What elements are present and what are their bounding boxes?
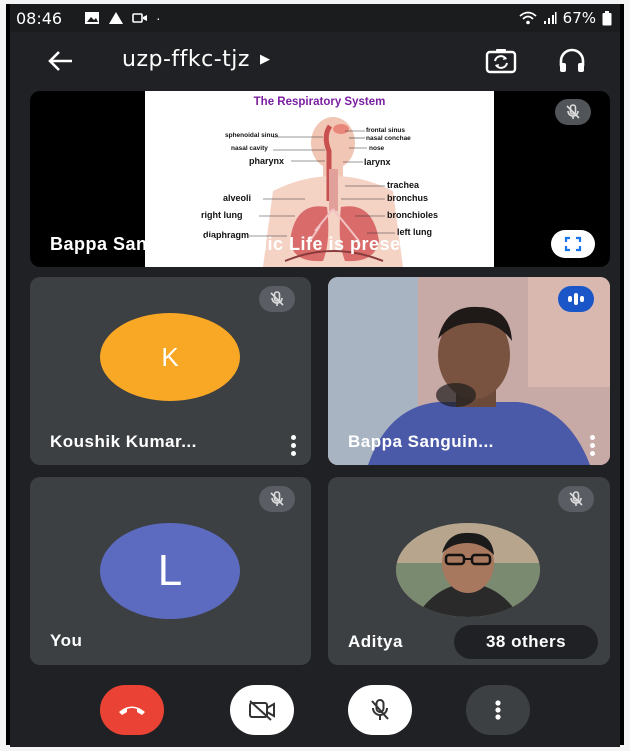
label-nasal-cavity: nasal cavity	[231, 145, 268, 152]
fullscreen-button[interactable]	[551, 230, 595, 258]
others-count-badge[interactable]: 38 others	[454, 625, 598, 659]
label-pharynx: pharynx	[249, 156, 285, 166]
dot	[290, 434, 296, 440]
participant-name: Koushik Kumar...	[50, 432, 197, 451]
mute-badge	[259, 286, 295, 312]
presentation-mute-badge	[555, 99, 591, 125]
videocam-off-icon	[249, 700, 275, 721]
wifi-icon	[519, 11, 537, 25]
label-frontal-sinus: frontal sinus	[366, 127, 406, 134]
switch-camera-button[interactable]	[484, 44, 518, 78]
meeting-code-button[interactable]: uzp-ffkc-tjz ▶	[122, 47, 270, 72]
video-notification-icon	[132, 13, 147, 23]
avatar-initial: L	[157, 546, 183, 595]
presenter-caption: Bappa Sanguin - Dynamic Life is presenti…	[50, 234, 441, 254]
dot	[290, 442, 296, 448]
label-bronchus: bronchus	[387, 193, 429, 203]
status-bar: 08:46 · 67%	[10, 4, 620, 32]
back-button[interactable]	[44, 44, 78, 78]
fullscreen-icon	[564, 236, 582, 252]
participant-tile-bappa[interactable]: Bappa Sanguin...	[328, 277, 610, 465]
label-bronchioles: bronchioles	[387, 210, 439, 220]
participant-tile-you[interactable]: L You	[30, 477, 311, 665]
notification-icons: ·	[84, 10, 161, 26]
audio-wave-icon	[568, 293, 584, 305]
warning-icon	[109, 12, 123, 24]
speaking-indicator	[558, 286, 594, 312]
more-options-call-button[interactable]	[466, 685, 530, 735]
label-nose: nose	[369, 145, 385, 152]
headphones-icon	[559, 48, 585, 72]
presentation-tile[interactable]: The Respiratory System sphenoidal sinus …	[30, 91, 610, 267]
label-right-lung: right lung	[201, 210, 243, 220]
battery-icon	[602, 10, 612, 25]
avatar-koushik: K	[100, 313, 240, 401]
end-call-button[interactable]	[100, 685, 164, 735]
audio-output-button[interactable]	[555, 44, 589, 78]
dot	[589, 434, 595, 440]
participant-name: Bappa Sanguin...	[348, 432, 494, 451]
mic-off-icon	[270, 491, 284, 506]
more-vert-icon	[495, 700, 501, 720]
top-app-bar: uzp-ffkc-tjz ▶	[10, 32, 620, 90]
more-options-button[interactable]	[584, 432, 600, 458]
mic-off-icon	[371, 699, 389, 720]
mic-off-icon	[270, 291, 284, 306]
participant-name: You	[50, 631, 83, 650]
more-options-button[interactable]	[285, 432, 301, 458]
camera-toggle-button[interactable]	[230, 685, 294, 735]
meet-screen: 08:46 · 67% uzp-ffkc-tjz ▶ The Respirato…	[10, 4, 620, 747]
avatar-initial: K	[161, 341, 179, 372]
label-alveoli: alveoli	[223, 193, 252, 203]
gallery-icon	[85, 12, 99, 24]
status-time: 08:46	[16, 9, 63, 28]
participant-tile-koushik[interactable]: K Koushik Kumar...	[30, 277, 311, 465]
participant-name: Aditya	[348, 632, 403, 651]
label-nasal-conchae: nasal conchae	[366, 135, 411, 142]
mic-off-icon	[566, 104, 580, 119]
signal-icon	[543, 12, 557, 24]
participant-tile-aditya[interactable]: Aditya 38 others	[328, 477, 610, 665]
avatar-aditya	[396, 523, 540, 617]
mic-off-icon	[569, 491, 583, 506]
meeting-code: uzp-ffkc-tjz	[122, 47, 250, 72]
dot	[589, 442, 595, 448]
label-trachea: trachea	[387, 180, 420, 190]
call-end-icon	[119, 706, 145, 715]
label-sphenoidal-sinus: sphenoidal sinus	[225, 132, 279, 139]
more-notifications-dot: ·	[156, 10, 161, 26]
avatar-you: L	[100, 523, 240, 619]
mute-badge	[558, 486, 594, 512]
label-larynx: larynx	[364, 157, 391, 167]
mute-badge	[259, 486, 295, 512]
battery-percent: 67%	[562, 9, 596, 27]
camera-switch-icon	[485, 49, 517, 74]
dot	[290, 450, 296, 456]
mic-toggle-button[interactable]	[348, 685, 412, 735]
dot	[589, 450, 595, 456]
status-right: 67%	[519, 9, 612, 27]
profile-photo	[396, 523, 540, 617]
caret-right-icon: ▶	[259, 52, 271, 67]
arrow-back-icon	[48, 51, 72, 71]
